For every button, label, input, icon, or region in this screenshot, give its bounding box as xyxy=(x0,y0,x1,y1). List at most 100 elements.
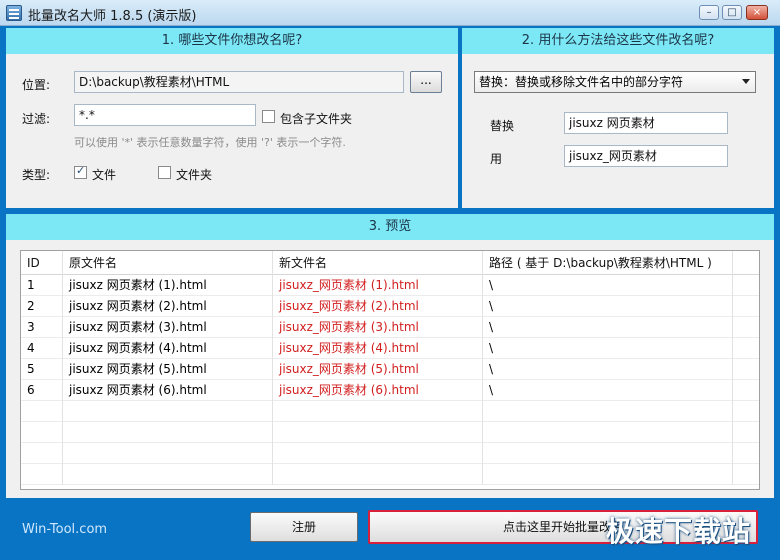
method-select-value: 替换：替换或移除文件名中的部分字符 xyxy=(479,75,684,89)
column-header-new[interactable]: 新文件名 xyxy=(273,251,483,275)
cell-original-name xyxy=(63,443,273,464)
cell-id: 5 xyxy=(21,359,63,380)
cell-original-name: jisuxz 网页素材 (2).html xyxy=(63,296,273,317)
cell-spacer xyxy=(733,443,759,464)
replace-label: 替换 xyxy=(490,119,515,133)
cell-new-name: jisuxz_网页素材 (6).html xyxy=(273,380,483,401)
cell-spacer xyxy=(733,464,759,485)
cell-new-name: jisuxz_网页素材 (1).html xyxy=(273,275,483,296)
cell-spacer xyxy=(733,380,759,401)
cell-id xyxy=(21,464,63,485)
cell-path: \ xyxy=(483,296,733,317)
watermark: 极速下载站 xyxy=(606,515,752,548)
empty-row xyxy=(21,464,759,485)
cell-path xyxy=(483,464,733,485)
column-header-spacer xyxy=(733,251,759,275)
cell-id: 4 xyxy=(21,338,63,359)
cell-original-name: jisuxz 网页素材 (5).html xyxy=(63,359,273,380)
location-input[interactable]: D:\backup\教程素材\HTML xyxy=(74,71,404,93)
cell-spacer xyxy=(733,359,759,380)
cell-new-name: jisuxz_网页素材 (3).html xyxy=(273,317,483,338)
type-file-checkbox[interactable] xyxy=(74,164,87,179)
browse-button[interactable]: ... xyxy=(410,71,442,93)
title-bar[interactable]: 批量改名大师 1.8.5 (演示版) – □ × xyxy=(0,0,780,26)
cell-new-name xyxy=(273,464,483,485)
cell-original-name xyxy=(63,422,273,443)
cell-new-name xyxy=(273,422,483,443)
cell-id xyxy=(21,443,63,464)
minimize-button[interactable]: – xyxy=(699,5,719,20)
location-label: 位置: xyxy=(22,78,51,92)
cell-spacer xyxy=(733,401,759,422)
cell-path: \ xyxy=(483,338,733,359)
column-header-path[interactable]: 路径 ( 基于 D:\backup\教程素材\HTML ) xyxy=(483,251,733,275)
preview-table[interactable]: ID 原文件名 新文件名 路径 ( 基于 D:\backup\教程素材\HTML… xyxy=(20,250,760,490)
cell-spacer xyxy=(733,338,759,359)
cell-original-name xyxy=(63,464,273,485)
replace-input[interactable]: jisuxz 网页素材 xyxy=(564,112,728,134)
method-select[interactable]: 替换：替换或移除文件名中的部分字符 xyxy=(474,71,756,93)
cell-original-name: jisuxz 网页素材 (6).html xyxy=(63,380,273,401)
maximize-button[interactable]: □ xyxy=(722,5,742,20)
cell-path: \ xyxy=(483,275,733,296)
cell-spacer xyxy=(733,296,759,317)
filter-label: 过滤: xyxy=(22,112,51,126)
column-header-original[interactable]: 原文件名 xyxy=(63,251,273,275)
column-header-id[interactable]: ID xyxy=(21,251,63,275)
table-row[interactable]: 3 jisuxz 网页素材 (3).html jisuxz_网页素材 (3).htm… xyxy=(21,317,759,338)
cell-id xyxy=(21,422,63,443)
table-header: ID 原文件名 新文件名 路径 ( 基于 D:\backup\教程素材\HTML… xyxy=(21,251,759,275)
cell-path xyxy=(483,401,733,422)
include-subfolders-checkbox[interactable] xyxy=(262,110,275,123)
cell-path xyxy=(483,443,733,464)
table-row[interactable]: 2 jisuxz 网页素材 (2).html jisuxz_网页素材 (2).htm… xyxy=(21,296,759,317)
cell-spacer xyxy=(733,317,759,338)
with-input[interactable]: jisuxz_网页素材 xyxy=(564,145,728,167)
close-button[interactable]: × xyxy=(746,5,768,20)
empty-row xyxy=(21,443,759,464)
cell-path: \ xyxy=(483,380,733,401)
cell-id: 2 xyxy=(21,296,63,317)
cell-new-name xyxy=(273,443,483,464)
section1-header: 1. 哪些文件你想改名呢? xyxy=(6,28,458,54)
cell-original-name: jisuxz 网页素材 (4).html xyxy=(63,338,273,359)
source-files-panel: 1. 哪些文件你想改名呢? 位置: D:\backup\教程素材\HTML ..… xyxy=(6,28,458,208)
cell-id: 6 xyxy=(21,380,63,401)
empty-row xyxy=(21,401,759,422)
cell-id: 1 xyxy=(21,275,63,296)
table-row[interactable]: 1 jisuxz 网页素材 (1).html jisuxz_网页素材 (1).htm… xyxy=(21,275,759,296)
type-folder-label: 文件夹 xyxy=(176,168,213,182)
filter-input[interactable]: *.* xyxy=(74,104,256,126)
table-row[interactable]: 4 jisuxz 网页素材 (4).html jisuxz_网页素材 (4).htm… xyxy=(21,338,759,359)
cell-new-name: jisuxz_网页素材 (4).html xyxy=(273,338,483,359)
cell-original-name: jisuxz 网页素材 (1).html xyxy=(63,275,273,296)
cell-id xyxy=(21,401,63,422)
cell-original-name xyxy=(63,401,273,422)
table-row[interactable]: 5 jisuxz 网页素材 (5).html jisuxz_网页素材 (5).htm… xyxy=(21,359,759,380)
empty-row xyxy=(21,422,759,443)
cell-path: \ xyxy=(483,359,733,380)
filter-hint: 可以使用 '*' 表示任意数量字符，使用 '?' 表示一个字符. xyxy=(74,136,346,149)
with-label: 用 xyxy=(490,152,503,166)
app-icon xyxy=(6,5,22,21)
cell-new-name xyxy=(273,401,483,422)
type-file-label: 文件 xyxy=(92,168,117,182)
table-row[interactable]: 6 jisuxz 网页素材 (6).html jisuxz_网页素材 (6).htm… xyxy=(21,380,759,401)
cell-spacer xyxy=(733,275,759,296)
section3-header: 3. 预览 xyxy=(6,214,774,240)
cell-id: 3 xyxy=(21,317,63,338)
include-subfolders-label: 包含子文件夹 xyxy=(280,112,353,126)
cell-new-name: jisuxz_网页素材 (2).html xyxy=(273,296,483,317)
register-button[interactable]: 注册 xyxy=(250,512,358,542)
preview-panel: 3. 预览 ID 原文件名 新文件名 路径 ( 基于 D:\backup\教程素… xyxy=(6,214,774,498)
section2-header: 2. 用什么方法给这些文件改名呢? xyxy=(462,28,774,54)
cell-path: \ xyxy=(483,317,733,338)
type-label: 类型: xyxy=(22,168,51,182)
website-link[interactable]: Win-Tool.com xyxy=(22,522,107,537)
cell-new-name: jisuxz_网页素材 (5).html xyxy=(273,359,483,380)
type-folder-checkbox[interactable] xyxy=(158,166,171,179)
rename-method-panel: 2. 用什么方法给这些文件改名呢? 替换：替换或移除文件名中的部分字符 替换 j… xyxy=(462,28,774,208)
cell-original-name: jisuxz 网页素材 (3).html xyxy=(63,317,273,338)
chevron-down-icon xyxy=(742,79,750,84)
cell-spacer xyxy=(733,422,759,443)
